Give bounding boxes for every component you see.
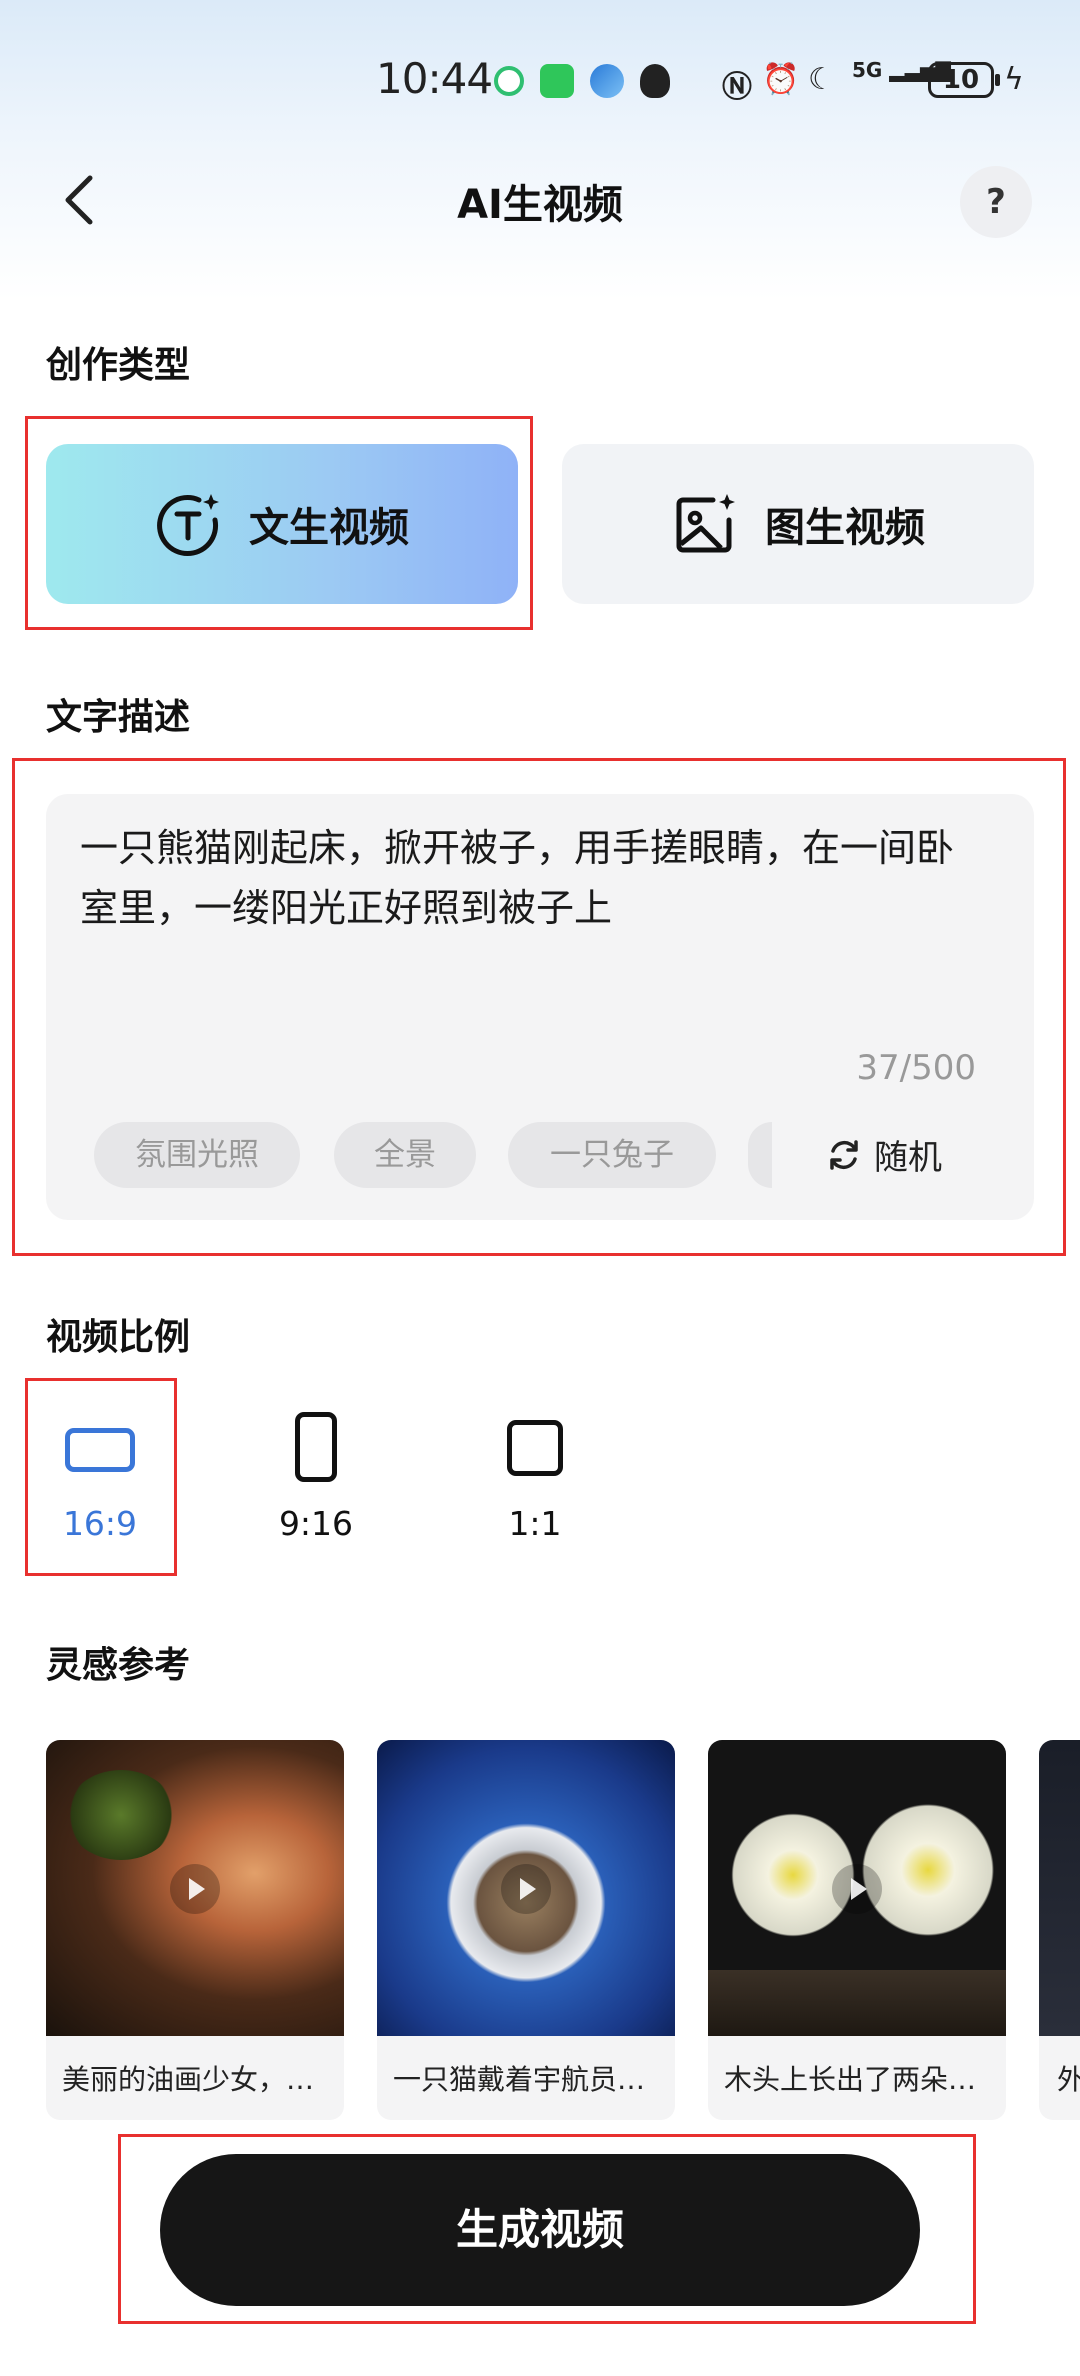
card-thumbnail <box>377 1740 675 2036</box>
ratio-option-16-9[interactable]: 16:9 <box>30 1412 170 1543</box>
inspiration-card-partial[interactable]: 外 <box>1039 1740 1080 2120</box>
alarm-icon: ⏰ <box>762 62 800 97</box>
text-description-title: 文字描述 <box>46 697 191 738</box>
inspiration-title: 灵感参考 <box>46 1645 191 1686</box>
inspiration-card[interactable]: 一只猫戴着宇航员… <box>377 1740 675 2120</box>
landscape-ratio-icon <box>65 1428 135 1472</box>
help-button[interactable]: ? <box>960 166 1032 238</box>
suggestion-chip[interactable]: 一只兔子 <box>508 1122 716 1188</box>
video-ratio-title: 视频比例 <box>46 1317 191 1358</box>
description-textarea[interactable]: 一只熊猫刚起床，掀开被子，用手搓眼睛，在一间卧室里，一缕阳光正好照到被子上 37… <box>46 794 1034 1220</box>
character-counter: 37/500 <box>856 1048 976 1088</box>
card-caption: 美丽的油画少女，… <box>62 2063 315 2096</box>
qq-icon <box>640 64 670 98</box>
highlight-box <box>25 1378 177 1576</box>
card-thumbnail <box>46 1740 344 2036</box>
app-notification-icon <box>590 64 624 98</box>
text-sparkle-icon <box>157 494 219 557</box>
inspiration-card[interactable]: 木头上长出了两朵… <box>708 1740 1006 2120</box>
text-to-video-button[interactable]: 文生视频 <box>46 444 518 604</box>
image-sparkle-icon <box>676 494 735 553</box>
header-background <box>0 0 1080 300</box>
card-caption: 外 <box>1057 2040 1080 2120</box>
play-icon <box>832 1864 882 1914</box>
creation-type-title: 创作类型 <box>46 345 191 386</box>
suggestion-chip-partial[interactable] <box>748 1122 772 1188</box>
ratio-label: 16:9 <box>62 1504 138 1543</box>
play-icon <box>170 1864 220 1914</box>
play-icon <box>501 1864 551 1914</box>
nfc-icon: Ⓝ <box>722 70 752 105</box>
card-thumbnail <box>1039 1740 1080 2036</box>
battery-icon: 10 <box>928 62 1000 98</box>
random-button[interactable]: 随机 <box>826 1130 942 1179</box>
text-to-video-label: 文生视频 <box>249 505 409 551</box>
description-text[interactable]: 一只熊猫刚起床，掀开被子，用手搓眼睛，在一间卧室里，一缕阳光正好照到被子上 <box>80 818 980 938</box>
image-to-video-label: 图生视频 <box>765 505 925 551</box>
ratio-label: 9:16 <box>278 1504 354 1543</box>
image-to-video-button[interactable]: 图生视频 <box>562 444 1034 604</box>
card-caption: 木头上长出了两朵… <box>724 2063 977 2096</box>
inspiration-card[interactable]: 美丽的油画少女，… <box>46 1740 344 2120</box>
random-label: 随机 <box>874 1138 942 1178</box>
moon-icon: ☾ <box>808 62 835 97</box>
wechat-icon <box>540 64 574 98</box>
ratio-option-1-1[interactable]: 1:1 <box>465 1412 605 1543</box>
card-caption: 一只猫戴着宇航员… <box>393 2063 646 2096</box>
suggestion-chip[interactable]: 全景 <box>334 1122 476 1188</box>
square-ratio-icon <box>507 1420 563 1476</box>
app-notification-icon <box>494 66 524 96</box>
refresh-icon <box>830 1139 858 1170</box>
suggestion-chip[interactable]: 氛围光照 <box>94 1122 300 1188</box>
status-bar: 10:44 Ⓝ ⏰ ☾ 5G ▂▃▅▇ 10 ϟ <box>0 50 1080 110</box>
ratio-label: 1:1 <box>508 1504 562 1543</box>
status-time: 10:44 <box>376 54 493 103</box>
generate-video-button[interactable]: 生成视频 <box>160 2154 920 2306</box>
ratio-option-9-16[interactable]: 9:16 <box>246 1412 386 1543</box>
page-title: AI生视频 <box>457 182 623 228</box>
charging-icon: ϟ <box>1004 62 1024 97</box>
card-thumbnail <box>708 1740 1006 2036</box>
portrait-ratio-icon <box>295 1412 337 1482</box>
